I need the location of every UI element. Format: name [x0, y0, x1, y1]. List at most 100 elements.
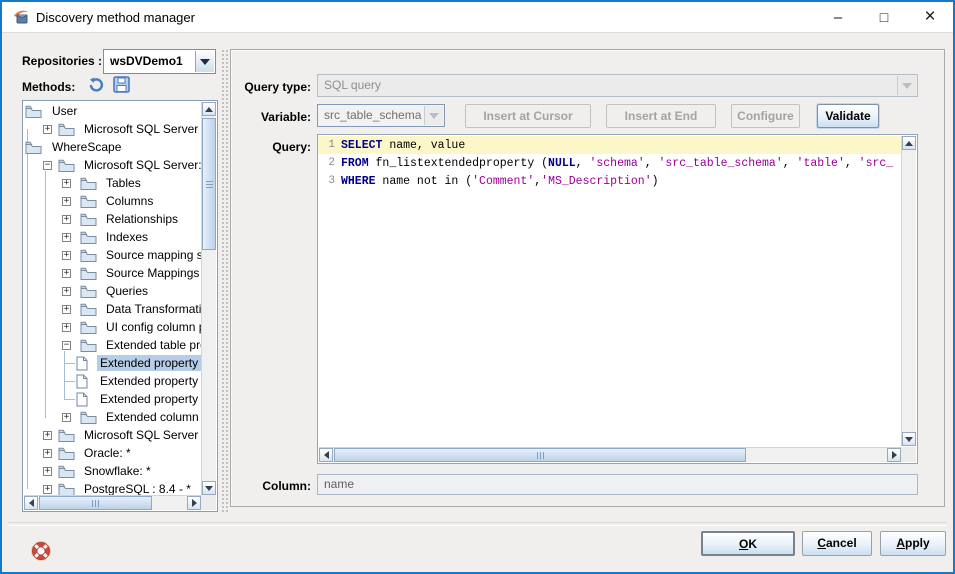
scroll-down-arrow[interactable]	[902, 432, 916, 446]
scrollbar-thumb[interactable]	[334, 448, 746, 462]
expand-toggle-icon[interactable]: +	[62, 197, 71, 206]
tree-item[interactable]: +UI config column prope	[23, 318, 202, 336]
tree-item[interactable]: +Oracle: *	[23, 444, 202, 462]
code-line: 1SELECT name, value	[318, 136, 901, 154]
tree-item[interactable]: +Tables	[23, 174, 202, 192]
expand-toggle-icon[interactable]: +	[62, 323, 71, 332]
code-token: 'src_	[859, 157, 894, 170]
folder-icon	[58, 123, 75, 136]
code-token: 'Comment'	[472, 175, 534, 188]
query-type-value: SQL query	[324, 75, 381, 96]
dialog-window: Discovery method manager – □ × Repositor…	[0, 0, 955, 574]
editor-horizontal-scrollbar[interactable]	[319, 447, 901, 462]
tree-item[interactable]: +Relationships	[23, 210, 202, 228]
scroll-right-arrow[interactable]	[887, 448, 901, 462]
chevron-down-icon	[897, 76, 916, 95]
tree-item[interactable]: WhereScape	[23, 138, 202, 156]
tree-item[interactable]: +Source Mappings	[23, 264, 202, 282]
cancel-button[interactable]: Cancel	[802, 531, 872, 556]
tree-item-label: WhereScape	[49, 139, 124, 155]
expand-toggle-icon[interactable]: +	[62, 269, 71, 278]
tree-item[interactable]: −Extended table propert	[23, 336, 202, 354]
code-token: ,	[576, 157, 590, 170]
tree-item-label: Snowflake: *	[81, 463, 154, 479]
expand-toggle-icon[interactable]: +	[62, 233, 71, 242]
tree-item[interactable]: Extended property v	[23, 372, 202, 390]
expand-toggle-icon[interactable]: +	[62, 215, 71, 224]
code-text: WHERE name not in ('Comment','MS_Descrip…	[339, 175, 659, 188]
expand-toggle-icon[interactable]: +	[62, 413, 71, 422]
expand-toggle-icon[interactable]: +	[62, 179, 71, 188]
tree-item[interactable]: + Queries	[23, 282, 202, 300]
ok-button[interactable]: OK	[701, 531, 795, 556]
expand-toggle-icon[interactable]: +	[43, 431, 52, 440]
sql-query-editor[interactable]: 1SELECT name, value2FROM fn_listextended…	[317, 134, 918, 464]
folder-icon	[80, 285, 97, 298]
tree-item[interactable]: Extended property	[23, 354, 202, 372]
tree-item[interactable]: Extended property f	[23, 390, 202, 408]
refresh-icon[interactable]	[87, 76, 105, 97]
code-token: ,	[783, 157, 797, 170]
variable-label: Variable:	[235, 110, 311, 124]
save-icon[interactable]	[113, 76, 130, 96]
expand-toggle-icon[interactable]: +	[43, 125, 52, 134]
expand-toggle-icon[interactable]: +	[43, 449, 52, 458]
tree-item[interactable]: User	[23, 102, 202, 120]
scroll-down-arrow[interactable]	[202, 481, 216, 495]
tree-horizontal-scrollbar[interactable]	[24, 495, 201, 510]
repositories-dropdown[interactable]: wsDVDemo1	[103, 49, 216, 74]
scrollbar-thumb[interactable]	[39, 496, 152, 510]
validate-button[interactable]: Validate	[817, 104, 879, 128]
collapse-toggle-icon[interactable]: −	[62, 341, 71, 350]
help-lifebuoy-icon[interactable]	[30, 540, 52, 565]
tree-item[interactable]: + Snowflake: *	[23, 462, 202, 480]
close-button[interactable]: ×	[907, 2, 953, 32]
expand-toggle-icon[interactable]: +	[62, 251, 71, 260]
window-controls: – □ ×	[815, 2, 953, 32]
code-token: name not in (	[376, 175, 473, 188]
editor-lines: 1SELECT name, value2FROM fn_listextended…	[318, 136, 901, 446]
code-token: 'MS_Description'	[541, 175, 651, 188]
method-detail-panel: Query type: SQL query Variable: src_tabl…	[230, 49, 945, 507]
repositories-value: wsDVDemo1	[110, 50, 183, 73]
expand-toggle-icon[interactable]: +	[62, 305, 71, 314]
tree-item-label: Extended property	[97, 355, 201, 371]
expand-toggle-icon[interactable]: +	[43, 467, 52, 476]
folder-icon	[58, 465, 75, 478]
scroll-up-arrow[interactable]	[202, 102, 216, 116]
maximize-button[interactable]: □	[861, 2, 907, 32]
panel-splitter[interactable]	[220, 48, 229, 514]
expand-toggle-icon[interactable]: +	[62, 287, 71, 296]
tree-item-label: Microsoft SQL Server: 9.0 -	[81, 157, 202, 173]
tree-item[interactable]: + Microsoft SQL Server 2000	[23, 426, 202, 444]
expand-toggle-icon[interactable]: +	[43, 485, 52, 494]
tree-item-label: Queries	[103, 283, 151, 299]
tree-item[interactable]: + PostgreSQL : 8.4 - *	[23, 480, 202, 496]
tree-item[interactable]: +Source mapping sets	[23, 246, 202, 264]
code-token: NULL	[548, 157, 576, 170]
scroll-left-arrow[interactable]	[24, 496, 38, 510]
tree-item[interactable]: − Microsoft SQL Server: 9.0 -	[23, 156, 202, 174]
tree-item[interactable]: + Data Transformations	[23, 300, 202, 318]
tree-vertical-scrollbar[interactable]	[201, 102, 216, 495]
chevron-down-icon[interactable]	[195, 51, 214, 72]
folder-icon	[80, 411, 97, 424]
tree-item-label: PostgreSQL : 8.4 - *	[81, 481, 194, 496]
tree-item[interactable]: +Microsoft SQL Server HS: 9	[23, 120, 202, 138]
folder-icon	[80, 213, 97, 226]
scroll-up-arrow[interactable]	[902, 136, 916, 150]
editor-vertical-scrollbar[interactable]	[901, 136, 916, 446]
scroll-left-arrow[interactable]	[319, 448, 333, 462]
scroll-right-arrow[interactable]	[187, 496, 201, 510]
scrollbar-thumb[interactable]	[202, 118, 216, 250]
folder-icon	[80, 339, 97, 352]
tree-item-label: Microsoft SQL Server 2000	[81, 427, 202, 443]
query-type-dropdown: SQL query	[317, 74, 918, 97]
tree-item-label: Data Transformations	[103, 301, 202, 317]
tree-item[interactable]: +Columns	[23, 192, 202, 210]
apply-button[interactable]: Apply	[880, 531, 946, 556]
minimize-button[interactable]: –	[815, 2, 861, 36]
collapse-toggle-icon[interactable]: −	[43, 161, 52, 170]
tree-item[interactable]: +Indexes	[23, 228, 202, 246]
tree-item[interactable]: +Extended column prop	[23, 408, 202, 426]
